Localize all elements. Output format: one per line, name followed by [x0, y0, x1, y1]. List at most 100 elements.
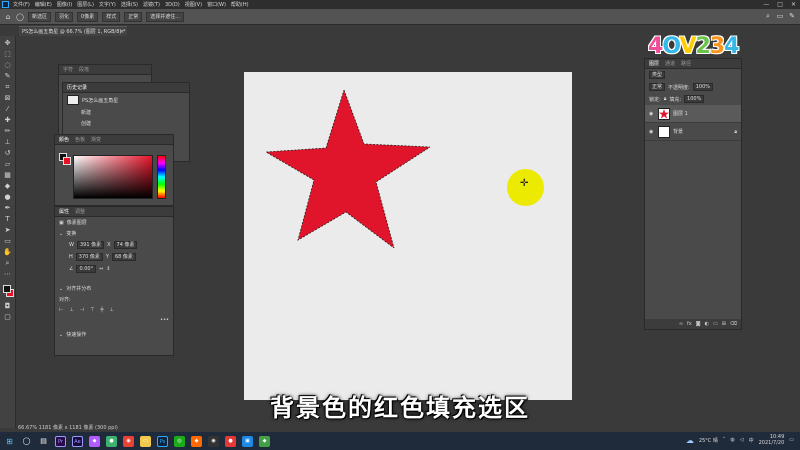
color-panel-bg-swatch[interactable]	[63, 157, 71, 165]
foreground-color-swatch[interactable]	[2, 285, 11, 293]
new-layer-icon[interactable]: ⊞	[722, 321, 726, 327]
transform-section-header[interactable]: ⌄ 变换	[55, 228, 173, 239]
align-left-icon[interactable]: ⊢	[59, 307, 63, 313]
blur-tool-icon[interactable]: ◆	[2, 181, 14, 191]
tab-swatches[interactable]: 色板	[75, 136, 85, 143]
app-icon[interactable]: ◆	[259, 435, 270, 447]
more-tools-icon[interactable]: ⋯	[2, 269, 14, 279]
zoom-tool-icon[interactable]: ⌕	[2, 258, 14, 268]
crop-tool-icon[interactable]: ⌗	[2, 82, 14, 92]
tab-properties[interactable]: 属性	[59, 208, 69, 215]
taskbar-clock[interactable]: 10:49 2021/7/20	[759, 434, 785, 446]
app-icon[interactable]: ◆	[89, 435, 100, 447]
clone-stamp-tool-icon[interactable]: ⊥	[2, 137, 14, 147]
angle-input[interactable]: 0.00°	[76, 265, 97, 273]
gradient-tool-icon[interactable]: ▦	[2, 170, 14, 180]
app-icon[interactable]: ◆	[191, 435, 202, 447]
task-view-icon[interactable]: ▤	[38, 436, 49, 447]
share-icon[interactable]: ✎	[788, 12, 796, 20]
y-input[interactable]: 68 像素	[111, 253, 136, 261]
close-document-icon[interactable]: ×	[120, 27, 124, 37]
path-select-tool-icon[interactable]: ➤	[2, 225, 14, 235]
app-icon[interactable]: ▣	[242, 435, 253, 447]
workspace-icon[interactable]: ▭	[776, 12, 784, 20]
link-icon[interactable]: ∞	[679, 321, 683, 327]
type-tool-icon[interactable]: T	[2, 214, 14, 224]
blend-mode-select[interactable]: 正常	[649, 83, 666, 91]
menu-select[interactable]: 选择(S)	[121, 1, 138, 8]
style-select[interactable]: 正常	[124, 11, 143, 22]
tab-gradients[interactable]: 渐变	[91, 136, 101, 143]
align-right-icon[interactable]: ⊣	[80, 307, 84, 313]
menu-layer[interactable]: 图层(L)	[77, 1, 94, 8]
layer-item-background[interactable]: ◉ 背景 🔒︎	[645, 123, 741, 141]
folder-icon[interactable]: ▭	[713, 321, 718, 327]
weather-icon[interactable]: ☁	[686, 436, 694, 445]
weather-text[interactable]: 25°C 晴	[699, 437, 718, 444]
app-icon[interactable]: ●	[225, 435, 236, 447]
tray-chevron-icon[interactable]: ˄	[723, 437, 726, 443]
trash-icon[interactable]: ⌫	[730, 321, 737, 327]
dodge-tool-icon[interactable]: ●	[2, 192, 14, 202]
browser-app-icon[interactable]: ●	[106, 435, 117, 447]
menu-image[interactable]: 图像(I)	[57, 1, 72, 8]
more-options-icon[interactable]: •••	[160, 317, 169, 323]
premiere-app-icon[interactable]: Pr	[55, 435, 66, 447]
align-top-icon[interactable]: ⊤	[90, 307, 94, 313]
visibility-eye-icon[interactable]: ◉	[649, 111, 655, 117]
tab-channels[interactable]: 通道	[665, 60, 675, 67]
menu-type[interactable]: 文字(Y)	[99, 1, 116, 8]
healing-brush-tool-icon[interactable]: ✚	[2, 115, 14, 125]
document-tab[interactable]: PS怎么画五角星 @ 66.7% (图层 1, RGB/8) * ×	[19, 26, 127, 36]
home-icon[interactable]: ⌂	[4, 13, 12, 21]
history-entry[interactable]: 新建	[63, 107, 189, 118]
layer-item-layer-1[interactable]: ◉ 图层 1	[645, 105, 741, 123]
menu-help[interactable]: 帮助(H)	[231, 1, 249, 8]
menu-edit[interactable]: 编辑(E)	[35, 1, 52, 8]
visibility-eye-icon[interactable]: ◉	[649, 129, 655, 135]
lock-icon[interactable]: 🔒︎	[664, 96, 667, 102]
color-swatches[interactable]	[1, 284, 15, 300]
history-snapshot[interactable]: PS怎么画五角星	[63, 93, 189, 107]
windows-start-icon[interactable]: ⊞	[4, 436, 15, 447]
menu-filter[interactable]: 滤镜(T)	[143, 1, 160, 8]
shape-tool-icon[interactable]: ▭	[2, 236, 14, 246]
quick-mask-icon[interactable]: ◘	[2, 301, 14, 311]
menu-view[interactable]: 视图(V)	[185, 1, 202, 8]
close-window-button[interactable]: ✕	[791, 1, 796, 8]
move-tool-icon[interactable]: ✥	[2, 38, 14, 48]
brush-tool-icon[interactable]: ✏	[2, 126, 14, 136]
marquee-tool-icon[interactable]: ⬚	[2, 49, 14, 59]
marquee-tool-icon[interactable]: ◯	[16, 13, 24, 21]
notification-icon[interactable]: ▭	[789, 437, 794, 443]
adjust-icon[interactable]: ◐	[705, 321, 709, 327]
record-app-icon[interactable]: ◉	[208, 435, 219, 447]
menu-file[interactable]: 文件(F)	[13, 1, 30, 8]
screen-mode-icon[interactable]: ▢	[2, 312, 14, 322]
quick-select-tool-icon[interactable]: ✎	[2, 71, 14, 81]
volume-icon[interactable]: ◁	[740, 437, 744, 443]
align-middle-v-icon[interactable]: ╪	[100, 307, 103, 313]
feather-input[interactable]: 0像素	[77, 11, 99, 22]
fill-input[interactable]: 100%	[684, 95, 705, 103]
quick-actions-header[interactable]: ⌄ 快速操作	[55, 329, 173, 340]
wechat-app-icon[interactable]: ◎	[174, 435, 185, 447]
ime-indicator[interactable]: 中	[749, 437, 754, 444]
history-brush-tool-icon[interactable]: ↺	[2, 148, 14, 158]
eraser-tool-icon[interactable]: ▱	[2, 159, 14, 169]
search-icon[interactable]: ⌕	[764, 12, 772, 20]
align-bottom-icon[interactable]: ⊥	[109, 307, 113, 313]
chrome-app-icon[interactable]: ◉	[123, 435, 134, 447]
search-icon[interactable]: ◯	[21, 436, 32, 447]
x-input[interactable]: 74 像素	[113, 241, 138, 249]
align-section-header[interactable]: ⌄ 对齐并分布	[55, 283, 173, 294]
menu-3d[interactable]: 3D(D)	[165, 2, 180, 8]
select-and-mask-button[interactable]: 选择并遮住...	[146, 11, 185, 22]
tab-character[interactable]: 字符	[63, 66, 73, 73]
flip-vertical-icon[interactable]: ⇕	[106, 266, 110, 272]
minimize-button[interactable]: —	[763, 1, 769, 8]
color-picker-field[interactable]	[73, 155, 153, 199]
layer-kind-filter[interactable]: 类型	[649, 71, 666, 79]
zoom-level[interactable]: 66.67%	[18, 425, 37, 431]
pen-tool-icon[interactable]: ✒	[2, 203, 14, 213]
